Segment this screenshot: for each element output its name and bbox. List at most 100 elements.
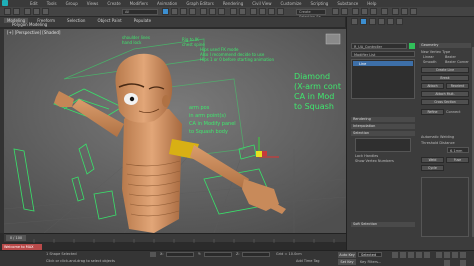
menu-substance[interactable]: Substance (337, 1, 358, 6)
modifier-list-dropdown[interactable]: Modifier List (351, 51, 415, 57)
reorient-button[interactable]: Reorient (446, 83, 469, 89)
rollout-rendering[interactable]: Rendering (351, 117, 415, 122)
vertex-type-bezier-radio[interactable]: Bezier (445, 55, 456, 59)
automatic-welding-checkbox[interactable]: Automatic Welding (421, 135, 454, 139)
next-frame-icon[interactable] (416, 252, 422, 258)
move-icon[interactable] (200, 8, 207, 15)
modify-tab-icon[interactable] (360, 18, 367, 25)
character-body[interactable] (122, 107, 182, 233)
undo-icon[interactable] (4, 8, 11, 15)
y-coordinate-field[interactable] (204, 252, 232, 257)
redo-icon[interactable] (13, 8, 20, 15)
pan-icon[interactable] (452, 252, 458, 258)
snaps-toggle-icon[interactable] (250, 8, 257, 15)
maximize-viewport-icon[interactable] (460, 260, 466, 266)
vertex-type-bezier-corner-radio[interactable]: Bezier Corner (445, 60, 469, 64)
create-line-button[interactable]: Create Line (421, 67, 469, 73)
z-coordinate-field[interactable] (242, 252, 270, 257)
material-editor-icon[interactable] (381, 8, 388, 15)
viewcube-icon[interactable] (325, 33, 341, 45)
display-tab-icon[interactable] (387, 18, 394, 25)
auto-key-button[interactable]: Auto Key (338, 252, 356, 258)
schematic-view-icon[interactable] (370, 8, 377, 15)
angle-snap-icon[interactable] (259, 8, 266, 15)
time-slider[interactable]: 0 / 100 (4, 233, 346, 243)
set-key-button[interactable]: Set Key (338, 259, 356, 265)
menu-rendering[interactable]: Rendering (223, 1, 243, 6)
rollout-geometry[interactable]: Geometry (419, 43, 471, 48)
pivot-center-icon[interactable] (239, 8, 246, 15)
cycle-button[interactable]: Cycle (421, 165, 444, 171)
rotate-icon[interactable] (209, 8, 216, 15)
menu-graph-editors[interactable]: Graph Editors (186, 1, 213, 6)
app-logo-icon[interactable] (2, 0, 8, 6)
menu-edit[interactable]: Edit (30, 1, 38, 6)
align-icon[interactable] (341, 8, 348, 15)
go-to-start-icon[interactable] (392, 252, 398, 258)
viewport-label[interactable]: [+] [Perspective] [Shaded] (7, 30, 61, 35)
fuse-button[interactable]: Fuse (446, 157, 469, 163)
key-mode-dropdown[interactable]: Selected (358, 252, 382, 257)
lock-handles-checkbox[interactable]: Lock Handles (355, 154, 378, 158)
key-filters-button[interactable]: Key Filters... (360, 260, 381, 264)
break-button[interactable]: Break (421, 75, 469, 81)
create-tab-icon[interactable] (351, 18, 358, 25)
rendered-frame-window-icon[interactable] (401, 8, 408, 15)
character-head[interactable] (115, 53, 173, 123)
play-icon[interactable] (408, 252, 414, 258)
render-setup-icon[interactable] (392, 8, 399, 15)
previous-frame-icon[interactable] (400, 252, 406, 258)
zoom-all-icon[interactable] (444, 252, 450, 258)
percent-snap-icon[interactable] (268, 8, 275, 15)
field-of-view-icon[interactable] (444, 260, 450, 266)
render-production-icon[interactable] (410, 8, 417, 15)
window-crossing-icon[interactable] (189, 8, 196, 15)
orbit-icon[interactable] (460, 252, 466, 258)
connect-checkbox[interactable]: Connect (446, 110, 460, 114)
link-icon[interactable] (24, 8, 31, 15)
object-color-swatch[interactable] (409, 43, 415, 49)
go-to-end-icon[interactable] (424, 252, 430, 258)
bind-space-warp-icon[interactable] (42, 8, 49, 15)
utilities-tab-icon[interactable] (396, 18, 403, 25)
rollout-interpolation[interactable]: Interpolation (351, 124, 415, 129)
rollout-soft-selection[interactable]: Soft Selection (351, 222, 415, 227)
mirror-icon[interactable] (332, 8, 339, 15)
ribbon-tab-selection[interactable]: Selection (64, 18, 88, 23)
attach-button[interactable]: Attach (421, 83, 444, 89)
rollout-selection[interactable]: Selection (351, 131, 415, 136)
threshold-distance-spinner[interactable]: 6.1mm (447, 147, 469, 153)
curve-editor-icon[interactable] (361, 8, 368, 15)
scale-icon[interactable] (218, 8, 225, 15)
vertex-type-linear-radio[interactable]: Linear (423, 55, 434, 59)
menu-group[interactable]: Group (66, 1, 78, 6)
cross-section-button[interactable]: Cross Section (421, 99, 469, 105)
select-object-icon[interactable] (162, 8, 169, 15)
rectangle-selection-icon[interactable] (180, 8, 187, 15)
object-name-field[interactable]: R_UA_Controller (351, 43, 407, 49)
hierarchy-tab-icon[interactable] (369, 18, 376, 25)
selection-filter-dropdown[interactable]: All (122, 9, 158, 15)
menu-views[interactable]: Views (87, 1, 99, 6)
refine-button[interactable]: Refine (421, 109, 444, 115)
spinner-snap-icon[interactable] (277, 8, 284, 15)
selection-level-buttons[interactable] (355, 138, 411, 152)
lock-selection-icon[interactable] (150, 252, 156, 257)
ribbon-tab-object-paint[interactable]: Object Paint (94, 18, 124, 23)
x-coordinate-field[interactable] (166, 252, 194, 257)
vertex-type-smooth-radio[interactable]: Smooth (423, 60, 437, 64)
menu-scripting[interactable]: Scripting (311, 1, 329, 6)
modifier-stack[interactable]: Line (351, 59, 415, 99)
show-vertex-numbers-checkbox[interactable]: Show Vertex Numbers (355, 159, 394, 163)
motion-tab-icon[interactable] (378, 18, 385, 25)
perspective-viewport[interactable]: shoulder lines hand lock Rig to IK chest… (4, 29, 346, 233)
stack-item-line[interactable]: Line (353, 61, 413, 66)
reference-coordinate-icon[interactable] (230, 8, 237, 15)
unlink-icon[interactable] (33, 8, 40, 15)
weld-button[interactable]: Weld (421, 157, 444, 163)
menu-help[interactable]: Help (367, 1, 376, 6)
select-by-name-icon[interactable] (171, 8, 178, 15)
zoom-icon[interactable] (436, 252, 442, 258)
viewport-scene[interactable]: shoulder lines hand lock Rig to IK chest… (4, 29, 346, 233)
attach-mult-button[interactable]: Attach Mult. (421, 91, 469, 97)
